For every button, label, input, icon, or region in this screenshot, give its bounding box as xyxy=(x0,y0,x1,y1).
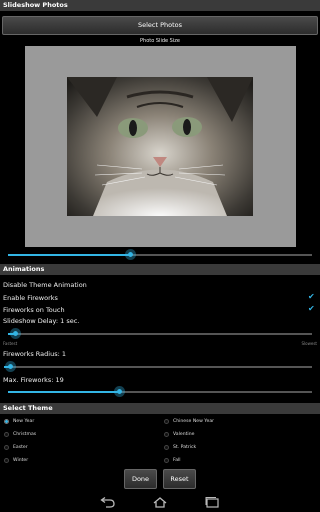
max-fireworks-label: Max. Fireworks: 19 xyxy=(3,376,64,384)
reset-button[interactable]: Reset xyxy=(163,469,196,489)
slideshow-delay-label: Slideshow Delay: 1 sec. xyxy=(3,317,80,325)
theme-radio-christmas[interactable] xyxy=(4,432,9,437)
theme-label-st-patrick[interactable]: St. Patrick xyxy=(173,445,196,450)
fireworks-on-touch-checkbox[interactable]: ✔ xyxy=(308,305,316,313)
theme-label-new-year[interactable]: New Year xyxy=(13,419,34,424)
theme-radio-chinese-new-year[interactable] xyxy=(164,419,169,424)
theme-radio-fall[interactable] xyxy=(164,458,169,463)
theme-radio-winter[interactable] xyxy=(4,458,9,463)
navigation-bar xyxy=(0,493,320,512)
slider-thumb[interactable] xyxy=(10,328,21,339)
select-photos-button[interactable]: Select Photos xyxy=(2,16,318,35)
disable-theme-animation-label[interactable]: Disable Theme Animation xyxy=(3,281,87,289)
fireworks-on-touch-label[interactable]: Fireworks on Touch xyxy=(3,306,65,314)
select-theme-header: Select Theme xyxy=(0,403,320,414)
slider-fill xyxy=(8,254,131,256)
theme-label-winter[interactable]: Winter xyxy=(13,458,28,463)
slider-thumb[interactable] xyxy=(125,249,136,260)
theme-radio-easter[interactable] xyxy=(4,445,9,450)
theme-label-easter[interactable]: Easter xyxy=(13,445,28,450)
fireworks-radius-slider[interactable] xyxy=(4,361,312,372)
theme-radio-st-patrick[interactable] xyxy=(164,445,169,450)
fastest-label: Fastest xyxy=(3,341,18,346)
photo-slide-size-label: Photo Slide Size xyxy=(140,38,180,44)
photo-size-slider[interactable] xyxy=(8,249,312,260)
enable-fireworks-label[interactable]: Enable Fireworks xyxy=(3,294,58,302)
slowest-label: Slowest xyxy=(301,341,317,346)
cat-photo xyxy=(67,77,253,216)
theme-label-christmas[interactable]: Christmas xyxy=(13,432,36,437)
theme-label-valentine[interactable]: Valentine xyxy=(173,432,194,437)
animations-header: Animations xyxy=(0,264,320,275)
theme-radio-new-year[interactable] xyxy=(4,419,9,424)
home-icon[interactable] xyxy=(152,496,168,508)
enable-fireworks-checkbox[interactable]: ✔ xyxy=(308,293,316,301)
fireworks-radius-label: Fireworks Radius: 1 xyxy=(3,350,66,358)
theme-label-fall[interactable]: Fall xyxy=(173,458,181,463)
back-icon[interactable] xyxy=(100,496,116,508)
slider-thumb[interactable] xyxy=(114,386,125,397)
slideshow-delay-slider[interactable] xyxy=(8,328,312,339)
recent-apps-icon[interactable] xyxy=(204,496,220,508)
theme-radio-valentine[interactable] xyxy=(164,432,169,437)
theme-label-chinese-new-year[interactable]: Chinese New Year xyxy=(173,419,214,424)
done-button[interactable]: Done xyxy=(124,469,157,489)
max-fireworks-slider[interactable] xyxy=(8,386,312,397)
slider-thumb[interactable] xyxy=(5,361,16,372)
title-bar: Slideshow Photos xyxy=(0,0,320,11)
photo-preview-frame xyxy=(25,46,296,247)
slider-fill xyxy=(8,391,120,393)
